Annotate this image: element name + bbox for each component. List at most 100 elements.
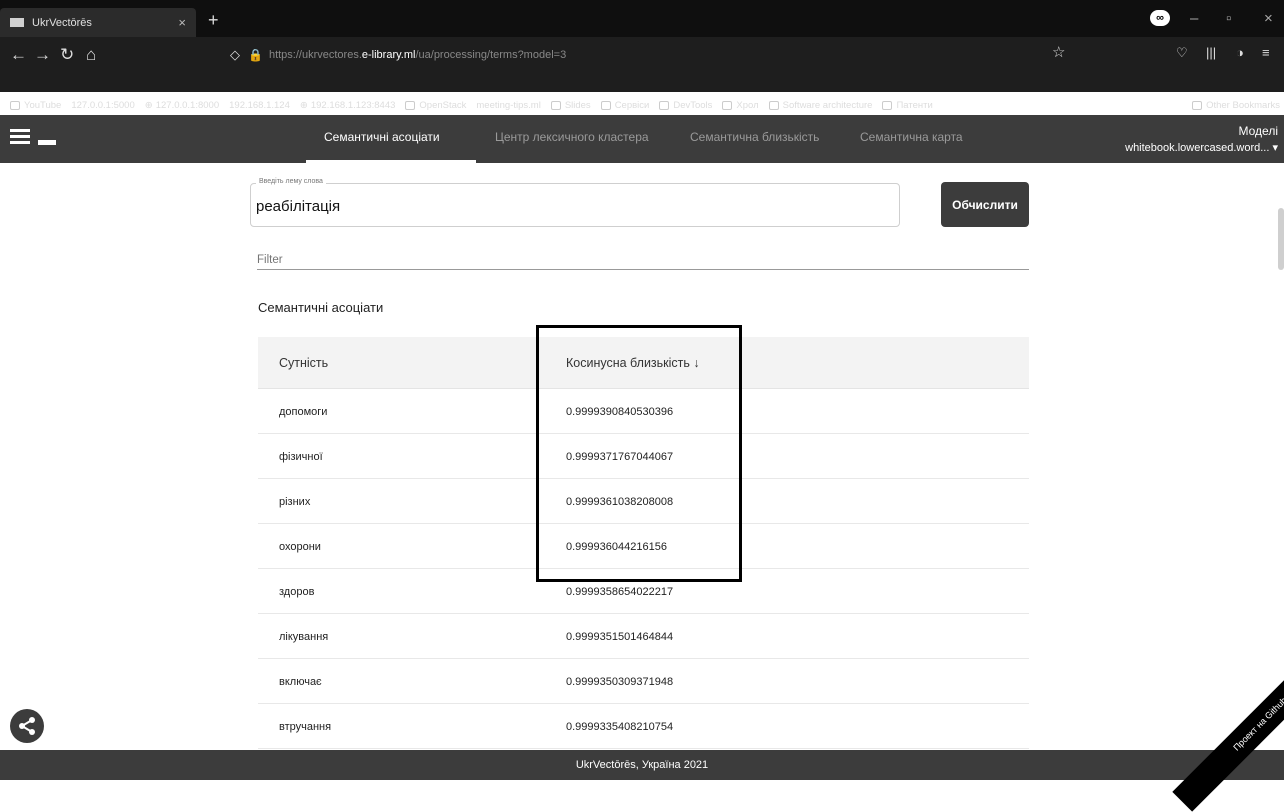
bookmark-label: meeting-tips.ml <box>476 99 541 111</box>
cell-score: 0.999936044216156 <box>566 541 667 553</box>
cell-entity: фізичної <box>279 451 323 463</box>
results-title: Семантичні асоціати <box>258 300 384 315</box>
tab-close-icon[interactable]: × <box>178 15 186 30</box>
bookmarks-bar: YouTube 127.0.0.1:5000 ⊕ 127.0.0.1:8000 1… <box>0 95 1284 115</box>
bookmark-item[interactable]: OpenStack <box>405 100 466 111</box>
pocket-icon[interactable]: ♡ <box>1176 45 1188 61</box>
bookmark-item[interactable]: Сервіси <box>600 99 650 111</box>
folder-icon <box>1192 100 1203 110</box>
cell-entity: здоров <box>279 586 315 598</box>
table-header: Сутність Косинусна близькість ↓ <box>258 337 1029 389</box>
bookmark-item[interactable]: 127.0.0.1:5000 <box>71 100 134 111</box>
browser-tab[interactable]: UkrVectōrēs × <box>0 8 196 37</box>
folder-icon <box>659 100 670 110</box>
cell-entity: лікування <box>279 631 329 643</box>
app-header: Семантичні асоціати Центр лексичного кла… <box>0 115 1284 163</box>
github-ribbon[interactable]: Проект на Github <box>1172 636 1284 812</box>
bookmark-label: Сервіси <box>614 99 650 111</box>
bookmark-item[interactable]: Хрол <box>722 99 759 111</box>
bookmark-label: Software architecture <box>782 99 873 111</box>
tab-semantic-similarity[interactable]: Семантична близькість <box>690 130 819 144</box>
browser-navbar: ← → ↻ ⌂ ◇ 🔒 https://ukrvectores. e-librar… <box>0 37 1284 111</box>
bookmark-label: Хрол <box>736 99 759 111</box>
table-row: охорони 0.999936044216156 <box>258 524 1029 569</box>
globe-icon: ⊕ <box>299 99 308 111</box>
bookmark-star-icon[interactable]: ☆ <box>1052 43 1065 61</box>
browser-tab-title: UkrVectōrēs <box>32 16 92 29</box>
bookmark-item[interactable]: meeting-tips.ml <box>476 100 540 111</box>
cell-score: 0.9999390840530396 <box>566 406 674 418</box>
bookmark-item[interactable]: ⊕ 127.0.0.1:8000 <box>145 100 219 111</box>
home-icon[interactable]: ⌂ <box>86 45 96 65</box>
cell-score: 0.9999351501464844 <box>566 631 674 643</box>
address-bar[interactable]: ◇ 🔒 https://ukrvectores. e-library.ml/ua/… <box>230 44 1080 66</box>
openstack-icon <box>405 100 416 110</box>
reload-icon[interactable]: ↻ <box>60 45 74 65</box>
results-table: Сутність Косинусна близькість ↓ допомоги… <box>258 337 1029 749</box>
bookmark-label: 192.168.1.124 <box>229 99 290 111</box>
tab-semantic-associates[interactable]: Семантичні асоціати <box>324 130 440 144</box>
maximize-icon[interactable]: ▫ <box>1226 10 1231 27</box>
page-footer: UkrVectōrēs, Україна 2021 <box>0 750 1284 780</box>
table-row: допомоги 0.9999390840530396 <box>258 389 1029 434</box>
youtube-icon <box>10 100 20 110</box>
folder-icon <box>722 100 733 110</box>
tab-lexical-cluster-center[interactable]: Центр лексичного кластера <box>495 130 649 144</box>
compute-button[interactable]: Обчислити <box>941 182 1029 227</box>
bookmark-label: 127.0.0.1:8000 <box>155 99 220 111</box>
theme-icon[interactable]: ◑ <box>1236 45 1244 60</box>
cell-score: 0.9999335408210754 <box>566 721 674 733</box>
globe-icon: ⊕ <box>144 99 153 111</box>
cell-entity: охорони <box>279 541 321 553</box>
cell-entity: різних <box>279 496 311 508</box>
cell-entity: допомоги <box>279 406 328 418</box>
forward-icon[interactable]: → <box>34 45 51 65</box>
table-row: втручання 0.9999335408210754 <box>258 704 1029 749</box>
bookmark-label: DevTools <box>673 99 713 111</box>
column-header-entity[interactable]: Сутність <box>279 356 328 370</box>
table-row: лікування 0.9999351501464844 <box>258 614 1029 659</box>
hamburger-menu-icon[interactable] <box>10 129 30 144</box>
minimize-icon[interactable]: – <box>1190 10 1198 27</box>
bookmark-label: 127.0.0.1:5000 <box>71 99 135 111</box>
bookmark-item[interactable]: Slides <box>550 99 591 111</box>
menu-icon[interactable]: ≡ <box>1262 45 1270 60</box>
column-header-cosine[interactable]: Косинусна близькість ↓ <box>566 356 700 370</box>
table-row: здоров 0.9999358654022217 <box>258 569 1029 614</box>
table-row: включає 0.9999350309371948 <box>258 659 1029 704</box>
url-host: e-library.ml <box>361 49 416 61</box>
page-scrollbar[interactable] <box>1278 208 1284 270</box>
new-tab-button[interactable]: + <box>208 10 219 31</box>
tab-semantic-map[interactable]: Семантична карта <box>860 130 963 144</box>
extension-icon[interactable]: ∞ <box>1150 10 1170 26</box>
window-close-icon[interactable]: × <box>1264 10 1273 27</box>
cell-score: 0.9999358654022217 <box>566 586 674 598</box>
other-bookmarks[interactable]: Other Bookmarks <box>1192 95 1280 115</box>
model-select[interactable]: whitebook.lowercased.word... ▾ <box>1125 141 1278 154</box>
bookmark-item[interactable]: Software architecture <box>768 99 873 111</box>
bookmark-item[interactable]: Патенти <box>882 100 933 111</box>
lemma-input[interactable] <box>256 198 886 215</box>
browser-tabbar: UkrVectōrēs × + ∞ – ▫ × <box>0 0 1284 37</box>
bookmark-item[interactable]: 192.168.1.124 <box>229 100 290 111</box>
folder-icon <box>600 100 611 110</box>
table-row: фізичної 0.9999371767044067 <box>258 434 1029 479</box>
folder-icon <box>882 100 893 110</box>
url-path: /ua/processing/terms?model=3 <box>415 49 567 61</box>
slides-icon <box>550 100 561 110</box>
bookmark-label: Slides <box>564 99 591 111</box>
folder-icon <box>768 100 779 110</box>
back-icon[interactable]: ← <box>10 45 27 65</box>
bookmark-item[interactable]: YouTube <box>10 100 61 111</box>
bookmark-item[interactable]: ⊕ 192.168.1.123:8443 <box>300 100 396 111</box>
bookmark-item[interactable]: DevTools <box>659 100 712 111</box>
library-icon[interactable]: ||| <box>1206 45 1216 60</box>
cell-score: 0.9999350309371948 <box>566 676 674 688</box>
bookmark-label: YouTube <box>24 99 62 111</box>
models-label: Моделі <box>1238 124 1279 138</box>
share-icon <box>19 717 35 735</box>
filter-input[interactable] <box>257 250 1029 270</box>
url-prefix: https://ukrvectores. <box>268 49 362 61</box>
cell-score: 0.9999371767044067 <box>566 451 674 463</box>
share-button[interactable] <box>10 709 44 743</box>
